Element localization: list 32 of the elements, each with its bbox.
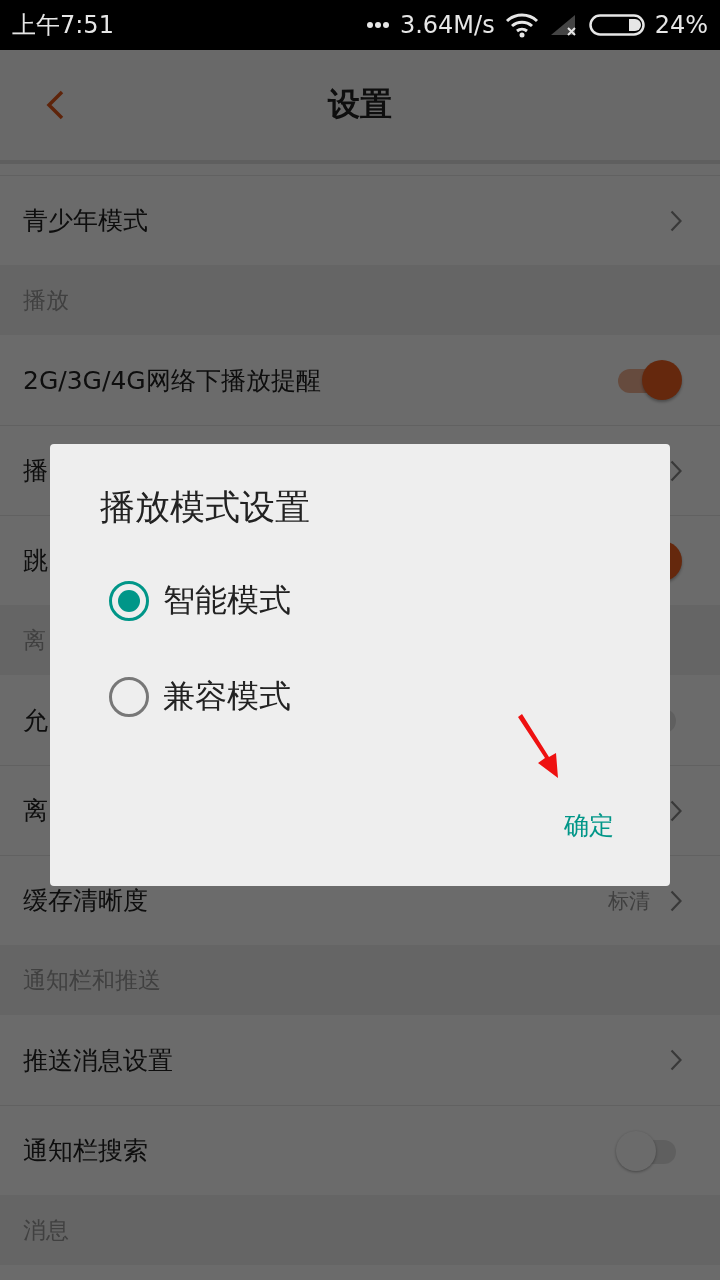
chevron-right-icon	[670, 459, 682, 482]
setting-label: 青少年模式	[23, 205, 148, 237]
confirm-button[interactable]: 确定	[558, 805, 620, 846]
network-speed: 3.64M/s	[399, 11, 495, 39]
pointer-arrow-icon	[515, 714, 561, 780]
setting-label: 缓存清晰度	[23, 885, 148, 917]
dots-icon	[365, 21, 390, 29]
setting-label: 允	[23, 704, 48, 737]
battery-percent: 24%	[654, 11, 708, 39]
setting-label: 通知栏搜索	[23, 1135, 148, 1167]
battery-icon	[588, 13, 645, 37]
option-label: 兼容模式	[163, 676, 291, 717]
radio-button[interactable]	[109, 581, 149, 621]
radio-option[interactable]: 兼容模式	[109, 649, 301, 745]
option-label: 智能模式	[163, 580, 291, 621]
back-icon	[45, 89, 65, 121]
setting-label: 播	[23, 455, 48, 487]
setting-label: 跳	[23, 545, 48, 577]
radio-option[interactable]: 智能模式	[109, 553, 301, 649]
setting-label: 2G/3G/4G网络下播放提醒	[23, 364, 321, 397]
dialog-title: 播放模式设置	[100, 486, 310, 529]
chevron-right-icon	[670, 209, 682, 232]
clock-time: 上午7:51	[12, 10, 114, 41]
radio-button[interactable]	[109, 677, 149, 717]
toggle-switch[interactable]	[616, 360, 682, 400]
page-title: 设置	[328, 84, 392, 125]
setting-label: 推送消息设置	[23, 1044, 173, 1077]
chevron-right-icon	[670, 1049, 682, 1071]
wifi-icon	[504, 12, 539, 38]
setting-label: 离	[23, 795, 48, 827]
chevron-right-icon	[670, 889, 682, 912]
chevron-right-icon	[670, 799, 682, 822]
